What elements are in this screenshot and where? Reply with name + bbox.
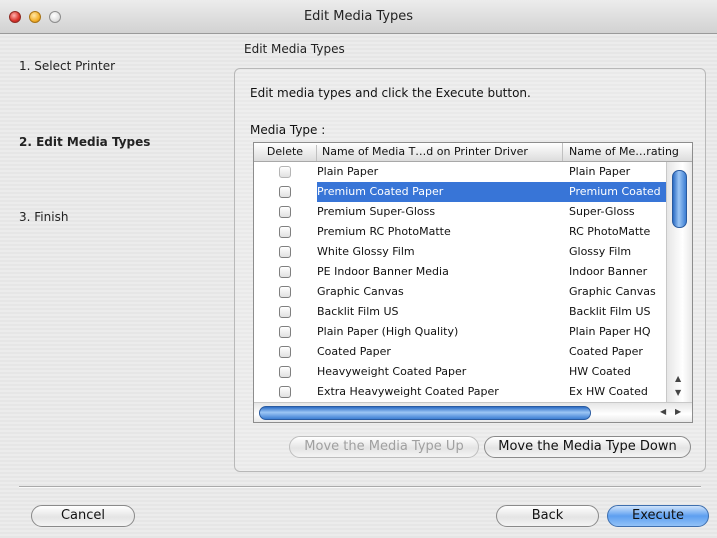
- window-title: Edit Media Types: [303, 9, 414, 24]
- scroll-right-icon[interactable]: ▶: [675, 407, 681, 416]
- table-row[interactable]: Plain Paper (High Quality) Plain Paper H…: [254, 322, 666, 342]
- short-name-cell: Indoor Banner: [569, 265, 648, 278]
- delete-checkbox[interactable]: [279, 206, 291, 218]
- table-row[interactable]: Backlit Film US Backlit Film US: [254, 302, 666, 322]
- media-type-table[interactable]: Delete Name of Media T…d on Printer Driv…: [253, 142, 693, 423]
- table-row[interactable]: Premium RC PhotoMatte RC PhotoMatte: [254, 222, 666, 242]
- vertical-scrollbar[interactable]: ▲ ▼: [666, 162, 692, 402]
- column-header-driver-name[interactable]: Name of Media T…d on Printer Driver: [322, 145, 562, 158]
- short-name-cell: Graphic Canvas: [569, 285, 656, 298]
- footer-divider: [19, 486, 701, 487]
- table-row[interactable]: Heavyweight Coated Paper HW Coated: [254, 362, 666, 382]
- column-header-delete[interactable]: Delete: [254, 145, 317, 161]
- delete-checkbox[interactable]: [279, 186, 291, 198]
- short-name-cell: RC PhotoMatte: [569, 225, 651, 238]
- section-title: Edit Media Types: [244, 42, 345, 56]
- short-name-cell: Coated Paper: [569, 345, 643, 358]
- driver-name-cell: White Glossy Film: [317, 245, 415, 258]
- short-name-cell: Super-Gloss: [569, 205, 635, 218]
- back-button[interactable]: Back: [496, 505, 599, 527]
- move-down-button[interactable]: Move the Media Type Down: [484, 436, 691, 458]
- driver-name-cell: Premium Super-Gloss: [317, 205, 436, 218]
- driver-name-cell: Plain Paper: [317, 165, 379, 178]
- dialog-content: 1. Select Printer 2. Edit Media Types 3.…: [0, 34, 717, 538]
- delete-checkbox[interactable]: [279, 286, 291, 298]
- table-row[interactable]: Graphic Canvas Graphic Canvas: [254, 282, 666, 302]
- delete-checkbox[interactable]: [279, 326, 291, 338]
- driver-name-cell: PE Indoor Banner Media: [317, 265, 449, 278]
- step-select-printer: 1. Select Printer: [19, 59, 116, 73]
- column-divider: [562, 143, 563, 161]
- title-bar: Edit Media Types: [0, 0, 717, 34]
- scroll-left-icon[interactable]: ◀: [660, 407, 666, 416]
- column-header-short-name[interactable]: Name of Me…rating: [569, 145, 691, 158]
- table-row[interactable]: Extra Heavyweight Coated Paper Ex HW Coa…: [254, 382, 666, 402]
- driver-name-cell: Premium RC PhotoMatte: [317, 225, 451, 238]
- execute-button[interactable]: Execute: [607, 505, 709, 527]
- delete-checkbox[interactable]: [279, 366, 291, 378]
- short-name-cell: Plain Paper: [569, 165, 631, 178]
- scroll-down-icon[interactable]: ▼: [675, 388, 681, 397]
- move-up-button[interactable]: Move the Media Type Up: [289, 436, 479, 458]
- horizontal-scroll-arrows: ◀ ▶: [652, 406, 690, 419]
- driver-name-cell: Graphic Canvas: [317, 285, 404, 298]
- instruction-text: Edit media types and click the Execute b…: [250, 86, 531, 100]
- short-name-cell: Ex HW Coated: [569, 385, 648, 398]
- table-row[interactable]: Plain Paper Plain Paper: [254, 162, 666, 182]
- table-row[interactable]: Premium Super-Gloss Super-Gloss: [254, 202, 666, 222]
- table-row[interactable]: Coated Paper Coated Paper: [254, 342, 666, 362]
- table-row[interactable]: PE Indoor Banner Media Indoor Banner: [254, 262, 666, 282]
- table-row[interactable]: White Glossy Film Glossy Film: [254, 242, 666, 262]
- delete-checkbox[interactable]: [279, 266, 291, 278]
- vertical-scroll-thumb[interactable]: [672, 170, 687, 228]
- short-name-cell: Premium Coated: [569, 185, 661, 198]
- delete-checkbox[interactable]: [279, 386, 291, 398]
- scroll-up-icon[interactable]: ▲: [675, 374, 681, 383]
- driver-name-cell: Heavyweight Coated Paper: [317, 365, 467, 378]
- short-name-cell: Plain Paper HQ: [569, 325, 651, 338]
- driver-name-cell: Coated Paper: [317, 345, 391, 358]
- horizontal-scrollbar[interactable]: ◀ ▶: [254, 402, 692, 422]
- delete-checkbox[interactable]: [279, 166, 291, 178]
- delete-checkbox[interactable]: [279, 306, 291, 318]
- step-edit-media-types: 2. Edit Media Types: [19, 135, 151, 149]
- table-row[interactable]: Premium Coated Paper Premium Coated: [254, 182, 666, 202]
- table-header: Delete Name of Media T…d on Printer Driv…: [254, 143, 692, 162]
- driver-name-cell: Premium Coated Paper: [317, 185, 444, 198]
- step-finish: 3. Finish: [19, 210, 69, 224]
- driver-name-cell: Plain Paper (High Quality): [317, 325, 459, 338]
- short-name-cell: HW Coated: [569, 365, 631, 378]
- driver-name-cell: Extra Heavyweight Coated Paper: [317, 385, 499, 398]
- delete-checkbox[interactable]: [279, 226, 291, 238]
- media-type-label: Media Type :: [250, 123, 326, 137]
- delete-checkbox[interactable]: [279, 246, 291, 258]
- table-rows: Plain Paper Plain Paper Premium Coated P…: [254, 162, 692, 402]
- horizontal-scroll-thumb[interactable]: [259, 406, 591, 420]
- short-name-cell: Backlit Film US: [569, 305, 651, 318]
- short-name-cell: Glossy Film: [569, 245, 632, 258]
- driver-name-cell: Backlit Film US: [317, 305, 399, 318]
- delete-checkbox[interactable]: [279, 346, 291, 358]
- cancel-button[interactable]: Cancel: [31, 505, 135, 527]
